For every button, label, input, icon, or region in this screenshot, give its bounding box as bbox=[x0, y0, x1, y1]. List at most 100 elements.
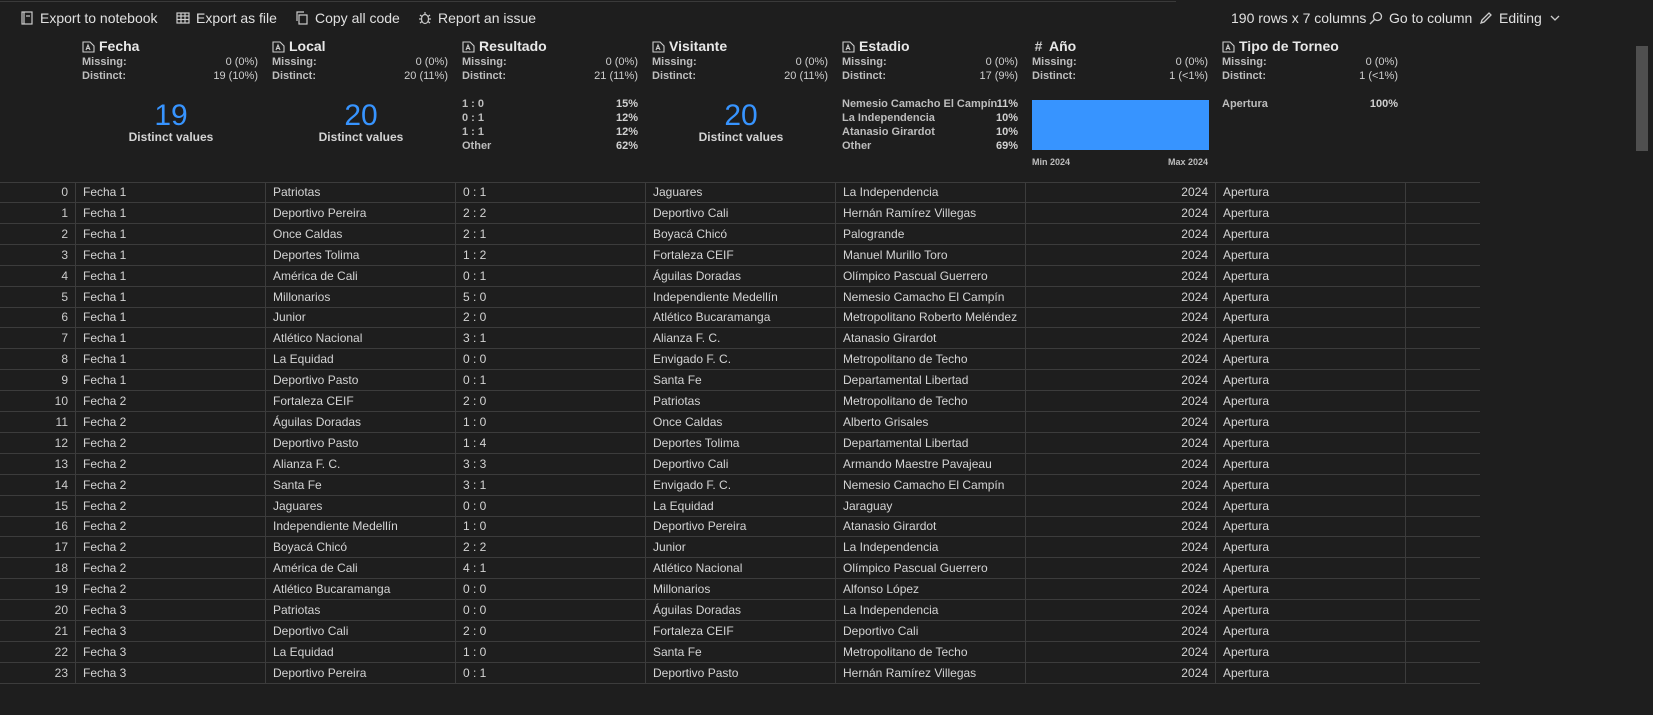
table-row[interactable]: 10 Fecha 2 Fortaleza CEIF 2 : 0 Patriotas Met… bbox=[0, 391, 1480, 412]
local-cell[interactable]: Santa Fe bbox=[266, 474, 456, 495]
table-row[interactable]: 2 Fecha 1 Once Caldas 2 : 1 Boyacá Chicó Palo… bbox=[0, 223, 1480, 245]
fecha-cell[interactable]: Fecha 1 bbox=[76, 328, 266, 349]
fecha-cell[interactable]: Fecha 2 bbox=[76, 579, 266, 600]
local-cell[interactable]: Atlético Nacional bbox=[266, 328, 456, 349]
anio-cell[interactable]: 2024 bbox=[1026, 495, 1216, 516]
fecha-cell[interactable]: Fecha 3 bbox=[76, 600, 266, 620]
tipo-de-torneo-cell[interactable]: Apertura bbox=[1216, 432, 1406, 453]
estadio-cell[interactable]: Alberto Grisales bbox=[836, 411, 1026, 432]
visitante-cell[interactable]: Fortaleza CEIF bbox=[646, 244, 836, 265]
resultado-cell[interactable]: 0 : 0 bbox=[456, 495, 646, 516]
estadio-cell[interactable]: Departamental Libertad bbox=[836, 432, 1026, 453]
resultado-cell[interactable]: 0 : 0 bbox=[456, 579, 646, 600]
vertical-scrollbar-thumb[interactable] bbox=[1636, 46, 1648, 151]
visitante-cell[interactable]: Independiente Medellín bbox=[646, 286, 836, 307]
table-row[interactable]: 8 Fecha 1 La Equidad 0 : 0 Envigado F. C. Met… bbox=[0, 349, 1480, 371]
tipo-de-torneo-cell[interactable]: Apertura bbox=[1216, 662, 1406, 683]
resultado-cell[interactable]: 3 : 1 bbox=[456, 474, 646, 495]
table-row[interactable]: 0 Fecha 1 Patriotas 0 : 1 Jaguares La Indepen… bbox=[0, 182, 1480, 203]
table-row[interactable]: 21 Fecha 3 Deportivo Cali 2 : 0 Fortaleza CE… bbox=[0, 620, 1480, 642]
table-row[interactable]: 5 Fecha 1 Millonarios 5 : 0 Independiente Me… bbox=[0, 286, 1480, 308]
resultado-cell[interactable]: 1 : 2 bbox=[456, 244, 646, 265]
estadio-cell[interactable]: Metropolitano Roberto Meléndez bbox=[836, 307, 1026, 328]
anio-cell[interactable]: 2024 bbox=[1026, 202, 1216, 223]
estadio-cell[interactable]: Palogrande bbox=[836, 223, 1026, 244]
table-row[interactable]: 17 Fecha 2 Boyacá Chicó 2 : 2 Junior La Indep… bbox=[0, 537, 1480, 559]
column-header-fecha[interactable]: Fecha bbox=[82, 36, 139, 56]
anio-cell[interactable]: 2024 bbox=[1026, 307, 1216, 328]
tipo-de-torneo-cell[interactable]: Apertura bbox=[1216, 328, 1406, 349]
tipo-de-torneo-cell[interactable]: Apertura bbox=[1216, 202, 1406, 223]
editing-dropdown[interactable]: Editing bbox=[1479, 8, 1562, 28]
local-cell[interactable]: Deportivo Pereira bbox=[266, 202, 456, 223]
resultado-cell[interactable]: 0 : 1 bbox=[456, 265, 646, 286]
table-row[interactable]: 20 Fecha 3 Patriotas 0 : 0 Águilas Doradas La… bbox=[0, 600, 1480, 621]
visitante-cell[interactable]: La Equidad bbox=[646, 495, 836, 516]
resultado-cell[interactable]: 2 : 2 bbox=[456, 202, 646, 223]
tipo-de-torneo-cell[interactable]: Apertura bbox=[1216, 411, 1406, 432]
resultado-cell[interactable]: 1 : 0 bbox=[456, 516, 646, 537]
fecha-cell[interactable]: Fecha 1 bbox=[76, 307, 266, 328]
visitante-cell[interactable]: Patriotas bbox=[646, 391, 836, 411]
fecha-cell[interactable]: Fecha 1 bbox=[76, 244, 266, 265]
visitante-cell[interactable]: Santa Fe bbox=[646, 641, 836, 662]
estadio-cell[interactable]: Armando Maestre Pavajeau bbox=[836, 453, 1026, 474]
local-cell[interactable]: Once Caldas bbox=[266, 223, 456, 244]
fecha-cell[interactable]: Fecha 2 bbox=[76, 558, 266, 579]
resultado-cell[interactable]: 0 : 0 bbox=[456, 349, 646, 370]
resultado-cell[interactable]: 0 : 0 bbox=[456, 600, 646, 620]
tipo-de-torneo-cell[interactable]: Apertura bbox=[1216, 641, 1406, 662]
estadio-cell[interactable]: Departamental Libertad bbox=[836, 370, 1026, 391]
visitante-cell[interactable]: Envigado F. C. bbox=[646, 349, 836, 370]
visitante-cell[interactable]: Deportivo Pasto bbox=[646, 662, 836, 683]
anio-cell[interactable]: 2024 bbox=[1026, 474, 1216, 495]
estadio-cell[interactable]: Hernán Ramírez Villegas bbox=[836, 662, 1026, 683]
resultado-cell[interactable]: 0 : 1 bbox=[456, 182, 646, 202]
fecha-cell[interactable]: Fecha 1 bbox=[76, 286, 266, 307]
table-row[interactable]: 9 Fecha 1 Deportivo Pasto 0 : 1 Santa Fe Depa… bbox=[0, 370, 1480, 392]
resultado-cell[interactable]: 0 : 1 bbox=[456, 370, 646, 391]
tipo-de-torneo-cell[interactable]: Apertura bbox=[1216, 579, 1406, 600]
fecha-cell[interactable]: Fecha 1 bbox=[76, 370, 266, 391]
table-row[interactable]: 11 Fecha 2 Águilas Doradas 1 : 0 Once Caldas… bbox=[0, 411, 1480, 433]
anio-cell[interactable]: 2024 bbox=[1026, 662, 1216, 683]
estadio-cell[interactable]: Deportivo Cali bbox=[836, 620, 1026, 641]
fecha-cell[interactable]: Fecha 2 bbox=[76, 537, 266, 558]
anio-cell[interactable]: 2024 bbox=[1026, 182, 1216, 202]
anio-cell[interactable]: 2024 bbox=[1026, 453, 1216, 474]
tipo-de-torneo-cell[interactable]: Apertura bbox=[1216, 349, 1406, 370]
tipo-de-torneo-cell[interactable]: Apertura bbox=[1216, 620, 1406, 641]
local-cell[interactable]: Deportivo Pasto bbox=[266, 370, 456, 391]
anio-cell[interactable]: 2024 bbox=[1026, 411, 1216, 432]
local-cell[interactable]: Fortaleza CEIF bbox=[266, 391, 456, 411]
local-cell[interactable]: América de Cali bbox=[266, 558, 456, 579]
resultado-cell[interactable]: 0 : 1 bbox=[456, 662, 646, 683]
local-cell[interactable]: Patriotas bbox=[266, 600, 456, 620]
anio-cell[interactable]: 2024 bbox=[1026, 370, 1216, 391]
fecha-cell[interactable]: Fecha 3 bbox=[76, 641, 266, 662]
local-cell[interactable]: Deportivo Pasto bbox=[266, 432, 456, 453]
visitante-cell[interactable]: Águilas Doradas bbox=[646, 600, 836, 620]
resultado-cell[interactable]: 2 : 2 bbox=[456, 537, 646, 558]
export-file-button[interactable]: Export as file bbox=[176, 8, 277, 28]
estadio-cell[interactable]: Nemesio Camacho El Campín bbox=[836, 286, 1026, 307]
anio-cell[interactable]: 2024 bbox=[1026, 265, 1216, 286]
tipo-de-torneo-cell[interactable]: Apertura bbox=[1216, 223, 1406, 244]
anio-cell[interactable]: 2024 bbox=[1026, 579, 1216, 600]
estadio-cell[interactable]: Metropolitano de Techo bbox=[836, 349, 1026, 370]
tipo-de-torneo-cell[interactable]: Apertura bbox=[1216, 265, 1406, 286]
go-to-column-button[interactable]: Go to column bbox=[1369, 8, 1472, 28]
estadio-cell[interactable]: Atanasio Girardot bbox=[836, 516, 1026, 537]
tipo-de-torneo-cell[interactable]: Apertura bbox=[1216, 286, 1406, 307]
resultado-cell[interactable]: 3 : 1 bbox=[456, 328, 646, 349]
visitante-cell[interactable]: Boyacá Chicó bbox=[646, 223, 836, 244]
visitante-cell[interactable]: Santa Fe bbox=[646, 370, 836, 391]
anio-cell[interactable]: 2024 bbox=[1026, 286, 1216, 307]
local-cell[interactable]: La Equidad bbox=[266, 641, 456, 662]
local-cell[interactable]: Atlético Bucaramanga bbox=[266, 579, 456, 600]
estadio-cell[interactable]: Nemesio Camacho El Campín bbox=[836, 474, 1026, 495]
visitante-cell[interactable]: Deportivo Pereira bbox=[646, 516, 836, 537]
anio-cell[interactable]: 2024 bbox=[1026, 223, 1216, 244]
table-row[interactable]: 3 Fecha 1 Deportes Tolima 1 : 2 Fortaleza CE… bbox=[0, 244, 1480, 266]
tipo-de-torneo-cell[interactable]: Apertura bbox=[1216, 307, 1406, 328]
